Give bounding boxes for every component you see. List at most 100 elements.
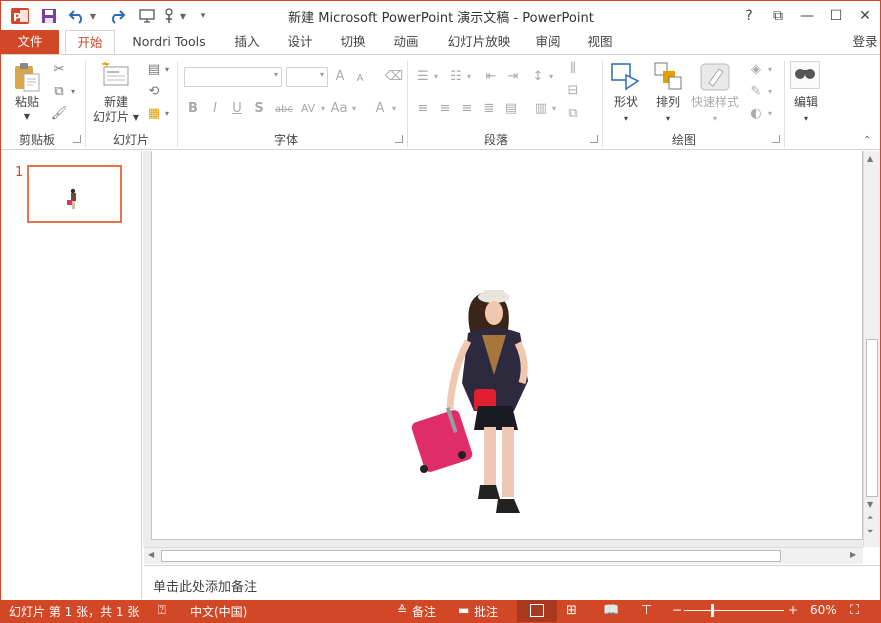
slide-thumbnail[interactable] bbox=[27, 165, 122, 223]
scroll-up-icon[interactable]: ▲ bbox=[867, 154, 873, 163]
horizontal-scrollbar[interactable]: ◀ ▶ bbox=[144, 547, 863, 564]
reset-icon[interactable]: ⟲ bbox=[144, 83, 164, 101]
quick-styles-icon[interactable] bbox=[699, 61, 731, 93]
line-spacing-dropdown-icon[interactable]: ▾ bbox=[547, 68, 555, 86]
numbering-icon[interactable]: ☷ bbox=[447, 68, 465, 86]
comments-icon[interactable]: ▬ bbox=[458, 603, 469, 617]
change-case-button[interactable]: Aa bbox=[328, 100, 350, 118]
section-icon[interactable]: ▦ bbox=[144, 105, 164, 123]
tab-slideshow[interactable]: 幻灯片放映 bbox=[439, 30, 519, 54]
shadow-button[interactable]: S bbox=[251, 100, 267, 118]
tab-animations[interactable]: 动画 bbox=[386, 30, 426, 54]
shape-outline-icon[interactable]: ✎ bbox=[747, 83, 765, 101]
font-family-combo[interactable]: ▾ bbox=[184, 67, 282, 87]
vertical-scrollbar[interactable]: ▲ ▼ ⏶ ⏷ bbox=[863, 151, 880, 547]
reading-view-icon[interactable]: 📖 bbox=[603, 603, 619, 618]
quick-styles-button[interactable]: 快速样式 bbox=[689, 95, 741, 110]
paste-dropdown-icon[interactable]: ▼ bbox=[21, 109, 33, 124]
format-painter-icon[interactable]: 🖌 bbox=[49, 105, 69, 123]
copy-icon[interactable]: ⧉ bbox=[49, 83, 69, 101]
paragraph-launcher-icon[interactable] bbox=[590, 135, 598, 143]
woman-with-suitcase-image[interactable] bbox=[152, 151, 864, 540]
close-button[interactable]: ✕ bbox=[851, 5, 879, 27]
shape-fill-icon[interactable]: ◈ bbox=[747, 61, 765, 79]
change-case-dropdown-icon[interactable]: ▾ bbox=[350, 100, 358, 118]
numbering-dropdown-icon[interactable]: ▾ bbox=[465, 68, 473, 86]
zoom-slider-track[interactable] bbox=[684, 610, 784, 611]
copy-dropdown-icon[interactable]: ▾ bbox=[69, 83, 77, 101]
arrange-button[interactable]: 排列 bbox=[651, 95, 685, 110]
font-size-combo[interactable]: ▾ bbox=[286, 67, 328, 87]
normal-view-button[interactable] bbox=[517, 600, 557, 622]
section-dropdown-icon[interactable]: ▾ bbox=[163, 105, 171, 123]
align-text-icon[interactable]: ⊟ bbox=[564, 82, 582, 100]
save-icon[interactable] bbox=[39, 5, 59, 27]
help-button[interactable]: ? bbox=[735, 5, 763, 27]
distributed-icon[interactable]: ▤ bbox=[502, 100, 520, 118]
clear-formatting-icon[interactable]: ⌫ bbox=[384, 68, 404, 86]
paste-icon[interactable] bbox=[11, 61, 43, 93]
new-slide-dropdown-icon[interactable]: ▼ bbox=[131, 110, 141, 125]
bullets-icon[interactable]: ☰ bbox=[414, 68, 432, 86]
layout-dropdown-icon[interactable]: ▾ bbox=[163, 61, 171, 79]
shrink-font-button[interactable]: A bbox=[353, 70, 367, 88]
paste-button[interactable]: 粘贴 bbox=[7, 95, 47, 110]
tab-file[interactable]: 文件 bbox=[1, 30, 59, 54]
redo-icon[interactable] bbox=[107, 5, 127, 27]
grow-font-button[interactable]: A bbox=[332, 68, 348, 86]
character-spacing-button[interactable]: AV bbox=[297, 100, 319, 118]
shape-effects-icon[interactable]: ◐ bbox=[747, 105, 765, 123]
bullets-dropdown-icon[interactable]: ▾ bbox=[432, 68, 440, 86]
shapes-icon[interactable] bbox=[609, 61, 643, 93]
tab-review[interactable]: 审阅 bbox=[528, 30, 568, 54]
font-launcher-icon[interactable] bbox=[395, 135, 403, 143]
notes-toggle-icon[interactable]: ≙ bbox=[397, 603, 407, 617]
fit-to-window-icon[interactable]: ⛶ bbox=[850, 603, 859, 618]
bold-button[interactable]: B bbox=[185, 100, 201, 118]
quick-styles-dropdown-icon[interactable]: ▾ bbox=[710, 111, 720, 126]
next-slide-icon[interactable]: ⏷ bbox=[867, 527, 873, 537]
tab-view[interactable]: 视图 bbox=[580, 30, 620, 54]
new-slide-label-line2[interactable]: 幻灯片 bbox=[91, 110, 131, 125]
smartart-icon[interactable]: ⧉ bbox=[564, 105, 582, 123]
shape-outline-dropdown-icon[interactable]: ▾ bbox=[766, 83, 774, 101]
layout-icon[interactable]: ▤ bbox=[144, 61, 164, 79]
horizontal-scroll-thumb[interactable] bbox=[161, 550, 781, 562]
justify-icon[interactable]: ≣ bbox=[480, 100, 498, 118]
zoom-out-icon[interactable]: − bbox=[672, 603, 682, 617]
minimize-button[interactable]: — bbox=[793, 5, 821, 27]
strikethrough-button[interactable]: abc bbox=[271, 101, 297, 119]
zoom-slider-thumb[interactable] bbox=[710, 604, 714, 617]
arrange-icon[interactable] bbox=[653, 61, 683, 91]
shape-effects-dropdown-icon[interactable]: ▾ bbox=[766, 105, 774, 123]
start-from-beginning-icon[interactable] bbox=[137, 5, 157, 27]
zoom-in-icon[interactable]: + bbox=[788, 603, 798, 617]
scroll-right-icon[interactable]: ▶ bbox=[850, 550, 856, 559]
tab-nordri-tools[interactable]: Nordri Tools bbox=[123, 30, 215, 54]
underline-button[interactable]: U bbox=[229, 100, 245, 118]
new-slide-label-line1[interactable]: 新建 bbox=[93, 95, 139, 110]
character-spacing-dropdown-icon[interactable]: ▾ bbox=[319, 100, 327, 118]
spell-check-icon[interactable]: ⍰ bbox=[158, 603, 166, 618]
scroll-down-icon[interactable]: ▼ bbox=[867, 500, 873, 509]
notes-pane[interactable]: 单击此处添加备注 bbox=[144, 565, 880, 600]
signin-link[interactable]: 登录 bbox=[849, 30, 880, 54]
columns-dropdown-icon[interactable]: ▾ bbox=[550, 100, 558, 118]
drawing-launcher-icon[interactable] bbox=[772, 135, 780, 143]
editing-button[interactable]: 编辑 bbox=[789, 95, 823, 110]
tab-transitions[interactable]: 切换 bbox=[333, 30, 373, 54]
italic-button[interactable]: I bbox=[207, 100, 223, 118]
scroll-left-icon[interactable]: ◀ bbox=[148, 550, 154, 559]
slideshow-view-icon[interactable]: ⊤ bbox=[641, 603, 652, 618]
editing-dropdown-icon[interactable]: ▾ bbox=[801, 111, 811, 126]
undo-icon[interactable] bbox=[67, 5, 87, 27]
language-status[interactable]: 中文(中国) bbox=[190, 603, 247, 620]
font-color-dropdown-icon[interactable]: ▾ bbox=[390, 100, 398, 118]
touch-mode-icon[interactable] bbox=[159, 5, 179, 27]
align-right-icon[interactable]: ≡ bbox=[458, 100, 476, 118]
cut-icon[interactable]: ✂ bbox=[49, 61, 69, 79]
align-center-icon[interactable]: ≡ bbox=[436, 100, 454, 118]
ribbon-display-options-button[interactable]: ⧉ bbox=[764, 5, 792, 27]
tab-home[interactable]: 开始 bbox=[65, 30, 115, 55]
align-left-icon[interactable]: ≡ bbox=[414, 100, 432, 118]
